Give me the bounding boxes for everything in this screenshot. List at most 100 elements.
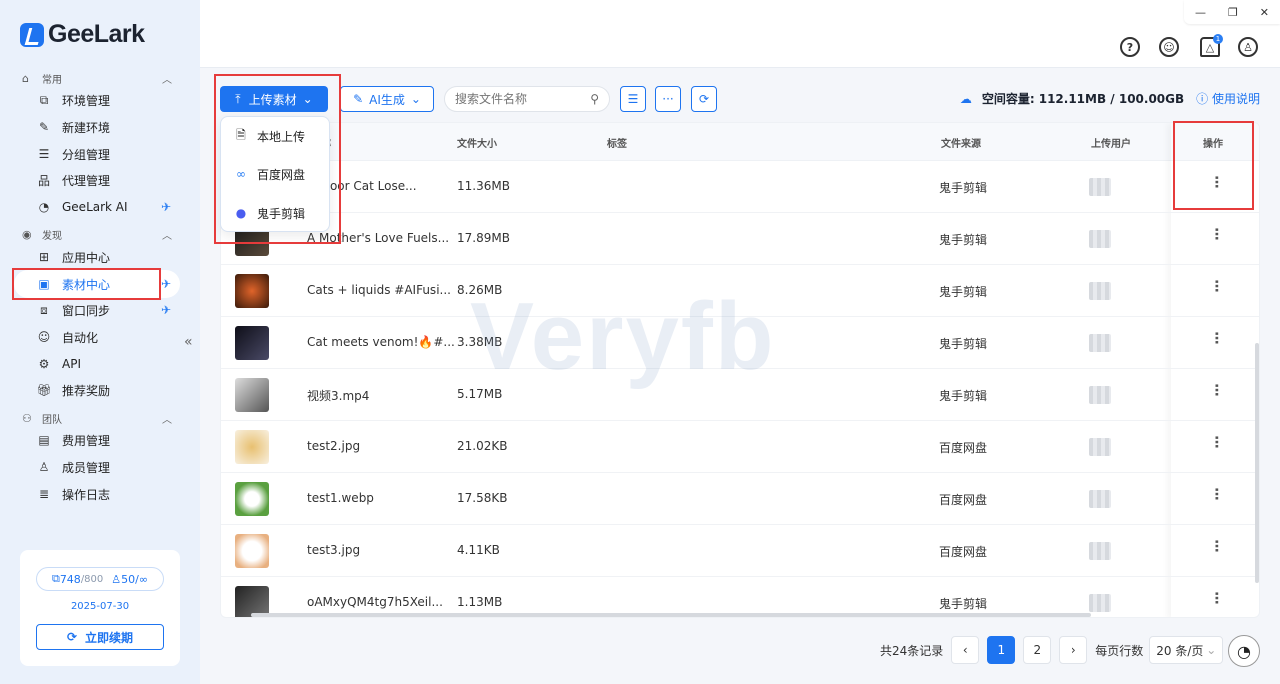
uploader-avatar	[1089, 230, 1111, 248]
file-source: 鬼手剪辑	[939, 181, 988, 195]
more-vertical-icon[interactable]: ···	[1208, 331, 1224, 344]
page-2-button[interactable]: 2	[1023, 636, 1052, 664]
search-box: ⚲	[444, 86, 610, 112]
account-stats: ⧉ 748 /800 ♙ 50/∞	[36, 567, 164, 591]
sidebar-item-window-sync[interactable]: ⧈ 窗口同步 ✈	[36, 298, 186, 322]
table-row[interactable]: 2) Poor Cat Lose... 11.36MB 鬼手剪辑 ···	[221, 161, 1259, 213]
table-row[interactable]: Cat meets venom!🔥#... 3.38MB 鬼手剪辑 ···	[221, 317, 1259, 369]
apps-grid-icon: ⊞	[38, 250, 50, 264]
file-source: 鬼手剪辑	[939, 389, 988, 403]
page-1-button[interactable]: 1	[987, 636, 1016, 664]
uploader-avatar	[1089, 334, 1111, 352]
more-vertical-icon[interactable]: ···	[1208, 279, 1224, 292]
chevron-down-icon: ⌄	[1206, 643, 1217, 657]
table-row[interactable]: oAMxyQM4tg7h5Xeil... 1.13MB 鬼手剪辑 ···	[221, 577, 1259, 617]
ai-generate-button[interactable]: ✎ AI生成 ⌄	[340, 86, 434, 112]
more-vertical-icon[interactable]: ···	[1208, 539, 1224, 552]
more-vertical-icon[interactable]: ···	[1208, 227, 1224, 240]
logo: GeeLark	[20, 20, 145, 49]
assistant-eye-icon[interactable]: ◔	[1228, 635, 1260, 667]
uploader-avatar	[1089, 490, 1111, 508]
rows-per-page-label: 每页行数	[1095, 643, 1144, 658]
sidebar-item-members[interactable]: ♙ 成员管理	[36, 455, 186, 479]
support-agent-icon[interactable]: ☺	[1159, 37, 1179, 57]
sidebar-item-geelark-ai[interactable]: ◔ GeeLark AI ✈	[36, 195, 186, 219]
section-team[interactable]: ⚇ 团队 ︿	[22, 411, 172, 426]
uploader-avatar	[1089, 438, 1111, 456]
chevron-down-icon: ⌄	[410, 92, 421, 106]
person-icon: ♙	[38, 460, 50, 474]
sidebar-item-new-environment[interactable]: ✎ 新建环境	[36, 115, 186, 139]
more-horizontal-icon: ···	[662, 92, 674, 106]
table-row[interactable]: 视频3.mp4 5.17MB 鬼手剪辑 ···	[221, 369, 1259, 421]
sidebar: GeeLark ⌂ 常用 ︿ ⧉ 环境管理 ✎ 新建环境 ☰ 分组管理 品 代理…	[0, 0, 200, 684]
renew-button[interactable]: ⟳ 立即续期	[36, 624, 164, 650]
user-avatar-icon[interactable]: ♙	[1238, 37, 1258, 57]
edit-icon: ✎	[38, 120, 50, 134]
sidebar-item-groups[interactable]: ☰ 分组管理	[36, 142, 186, 166]
file-name: test3.jpg	[307, 543, 361, 557]
file-source: 鬼手剪辑	[939, 285, 988, 299]
file-name: test2.jpg	[307, 439, 361, 453]
more-vertical-icon[interactable]: ···	[1208, 435, 1224, 448]
sidebar-item-api[interactable]: ⚙ API	[36, 352, 186, 376]
minimize-icon[interactable]: —	[1195, 6, 1206, 19]
help-icon[interactable]: ?	[1120, 37, 1140, 57]
page-size-select[interactable]: 20 条/页 ⌄	[1149, 636, 1224, 664]
more-vertical-icon[interactable]: ···	[1208, 487, 1224, 500]
prev-page-button[interactable]: ‹	[951, 636, 980, 664]
cloud-upload-icon: ☁	[959, 91, 972, 106]
collapse-sidebar-icon[interactable]: «	[184, 334, 193, 350]
close-icon[interactable]: ✕	[1260, 6, 1269, 19]
window-controls: — ❐ ✕	[1184, 0, 1280, 24]
materials-table: 名称 文件大小 标签 文件来源 上传用户 操作 2) Poor Cat Lose…	[220, 122, 1260, 618]
vertical-scrollbar[interactable]	[1255, 343, 1259, 583]
horizontal-scrollbar[interactable]	[251, 613, 1091, 617]
restore-icon[interactable]: ❐	[1228, 6, 1238, 19]
sidebar-item-proxy[interactable]: 品 代理管理	[36, 168, 186, 192]
sidebar-item-logs[interactable]: ≣ 操作日志	[36, 482, 186, 506]
table-row[interactable]: test2.jpg 21.02KB 百度网盘 ···	[221, 421, 1259, 473]
section-common[interactable]: ⌂ 常用 ︿	[22, 71, 172, 86]
sidebar-item-automation[interactable]: ☺ 自动化	[36, 325, 186, 349]
sidebar-item-label: 操作日志	[62, 487, 111, 502]
next-page-button[interactable]: ›	[1059, 636, 1088, 664]
file-size: 8.26MB	[457, 283, 503, 297]
eye-icon: ◉	[22, 227, 32, 241]
search-icon[interactable]: ⚲	[590, 92, 599, 106]
sidebar-item-billing[interactable]: ▤ 费用管理	[36, 428, 186, 452]
home-icon: ⌂	[22, 71, 29, 85]
sidebar-item-label: GeeLark AI	[62, 200, 128, 214]
notification-badge: 1	[1213, 34, 1223, 44]
more-options-button[interactable]: ···	[655, 86, 681, 112]
table-row[interactable]: test1.webp 17.58KB 百度网盘 ···	[221, 473, 1259, 525]
team-icon: ⚇	[22, 411, 32, 425]
bird-badge-icon: ✈	[161, 200, 172, 214]
more-vertical-icon[interactable]: ···	[1208, 383, 1224, 396]
file-name: Cats + liquids #AIFusi...	[307, 283, 451, 297]
sidebar-item-referral[interactable]: 🎁︎ 推荐奖励	[36, 378, 186, 402]
sidebar-item-app-center[interactable]: ⊞ 应用中心	[36, 245, 186, 269]
expiry-date: 2025-07-30	[70, 601, 130, 612]
table-row[interactable]: test3.jpg 4.11KB 百度网盘 ···	[221, 525, 1259, 577]
table-row[interactable]: Cats + liquids #AIFusi... 8.26MB 鬼手剪辑 ··…	[221, 265, 1259, 317]
refresh-button[interactable]: ⟳	[691, 86, 717, 112]
search-input[interactable]	[455, 92, 585, 106]
uploader-avatar	[1089, 594, 1111, 612]
top-bar: — ❐ ✕	[200, 0, 1280, 68]
sidebar-item-environment[interactable]: ⧉ 环境管理	[36, 88, 186, 112]
filter-button[interactable]: ☰	[620, 86, 646, 112]
file-size: 17.58KB	[457, 491, 508, 505]
highlight-box-upload	[214, 74, 341, 244]
members-icon: ♙	[111, 572, 122, 586]
chevron-up-icon: ︿	[162, 75, 172, 86]
table-row[interactable]: A Mother's Love Fuels... 17.89MB 鬼手剪辑 ··…	[221, 213, 1259, 265]
section-discover[interactable]: ◉ 发现 ︿	[22, 227, 172, 242]
usage-guide-link[interactable]: ⓘ 使用说明	[1196, 90, 1260, 107]
file-size: 5.17MB	[457, 387, 503, 401]
storage-capacity: ☁ 空间容量: 112.11MB / 100.00GB ⓘ 使用说明	[960, 90, 1260, 107]
usage-guide-label: 使用说明	[1211, 92, 1260, 106]
more-vertical-icon[interactable]: ···	[1208, 591, 1224, 604]
file-name: test1.webp	[307, 491, 374, 505]
profiles-used: 748	[59, 572, 81, 586]
